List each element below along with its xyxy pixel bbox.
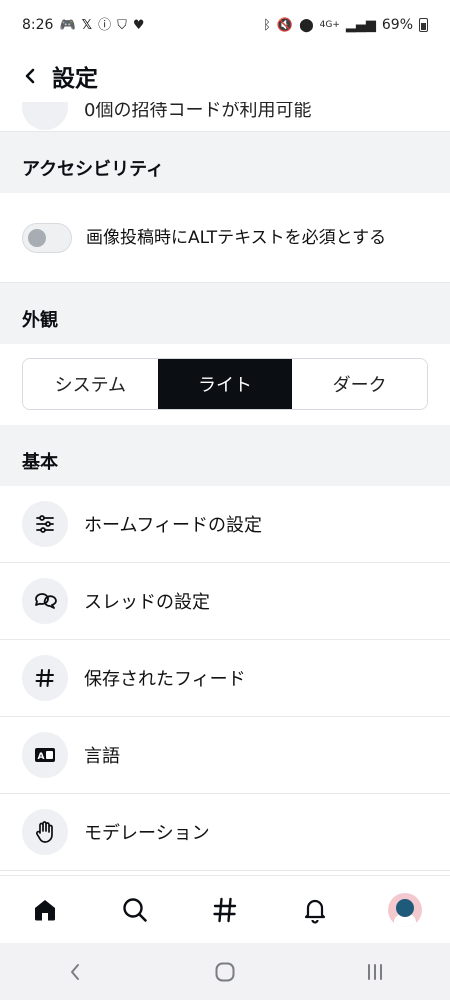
location-icon: ⬤ [299, 17, 314, 33]
system-recents-button[interactable] [345, 952, 405, 992]
status-time: 8:26 [22, 17, 54, 33]
recents-icon [368, 963, 382, 980]
theme-segmented-control: システム ライト ダーク [22, 358, 428, 410]
list-item-label: スレッドの設定 [84, 592, 210, 613]
list-item-language[interactable]: A 言語 [0, 717, 450, 794]
section-header-accessibility: アクセシビリティ [0, 132, 450, 193]
list-item-label: 言語 [84, 746, 120, 767]
gamepad-icon: 🎮 [59, 17, 76, 33]
invite-codes-row[interactable]: 0個の招待コードが利用可能 [0, 102, 450, 132]
list-item-label: 保存されたフィード [84, 669, 246, 690]
alt-text-required-row[interactable]: 画像投稿時にALTテキストを必須とする [0, 193, 450, 283]
list-item-label: モデレーション [84, 823, 210, 844]
section-header-basics: 基本 [0, 425, 450, 486]
hash-icon [213, 897, 237, 922]
list-item-thread-settings[interactable]: スレッドの設定 [0, 563, 450, 640]
mute-icon: 🔇 [276, 17, 294, 33]
invite-codes-label: 0個の招待コードが利用可能 [84, 102, 312, 121]
ticket-icon [22, 102, 68, 130]
hash-icon [22, 655, 68, 701]
back-icon [71, 963, 79, 980]
bell-icon [304, 899, 326, 924]
list-item-home-feed-settings[interactable]: ホームフィードの設定 [0, 486, 450, 563]
status-right: ᛒ 🔇 ⬤ 4G+ ▂▄▆ 69% [263, 17, 428, 33]
bottom-nav [0, 875, 450, 943]
battery-percent: 69% [381, 17, 413, 33]
status-bar: 8:26 🎮 𝕏 ⓘ ⛉ ♥ ᛒ 🔇 ⬤ 4G+ ▂▄▆ 69% [0, 0, 450, 50]
theme-option-dark[interactable]: ダーク [292, 359, 427, 409]
battery-icon [419, 18, 428, 32]
theme-option-light[interactable]: ライト [157, 359, 293, 409]
sliders-icon [22, 501, 68, 547]
nav-search[interactable] [105, 880, 165, 940]
nav-profile[interactable] [375, 880, 435, 940]
home-circle-icon [215, 962, 235, 981]
list-item-label: ホームフィードの設定 [84, 515, 263, 536]
chat-bubbles-icon [22, 578, 68, 624]
nav-home[interactable] [15, 880, 75, 940]
toggle-knob [28, 228, 46, 247]
page-title: 設定 [52, 66, 98, 92]
search-icon [123, 897, 147, 922]
theme-selector-wrap: システム ライト ダーク [0, 344, 450, 425]
network-label: 4G+ [319, 19, 340, 30]
hand-icon [22, 809, 68, 855]
list-item-saved-feeds[interactable]: 保存されたフィード [0, 640, 450, 717]
avatar [388, 892, 422, 927]
system-back-button[interactable] [45, 952, 105, 992]
system-home-button[interactable] [195, 952, 255, 992]
avatar-head [396, 898, 414, 917]
settings-content[interactable]: 0個の招待コードが利用可能 アクセシビリティ 画像投稿時にALTテキストを必須と… [0, 102, 450, 875]
chevron-left-icon [25, 68, 35, 84]
home-icon [35, 899, 55, 920]
system-nav-bar [0, 943, 450, 1000]
signal-icon: ▂▄▆ [345, 17, 376, 33]
bluetooth-icon: ᛒ [263, 17, 271, 33]
app-header: 設定 [0, 50, 450, 102]
svg-text:A: A [38, 752, 45, 762]
alt-text-toggle-label: 画像投稿時にALTテキストを必須とする [86, 227, 387, 248]
x-logo-icon: 𝕏 [81, 17, 93, 33]
heart-icon: ♥ [132, 17, 145, 33]
section-header-appearance: 外観 [0, 283, 450, 344]
alt-text-toggle[interactable] [22, 222, 72, 253]
shield-check-icon: ⛉ [117, 17, 127, 33]
nav-feeds[interactable] [195, 880, 255, 940]
theme-option-system[interactable]: システム [23, 359, 158, 409]
list-item-moderation[interactable]: モデレーション [0, 794, 450, 871]
nav-notifications[interactable] [285, 880, 345, 940]
translate-icon: A [22, 732, 68, 778]
status-left: 8:26 🎮 𝕏 ⓘ ⛉ ♥ [22, 17, 145, 33]
info-icon: ⓘ [98, 17, 112, 33]
back-button[interactable] [16, 62, 44, 90]
